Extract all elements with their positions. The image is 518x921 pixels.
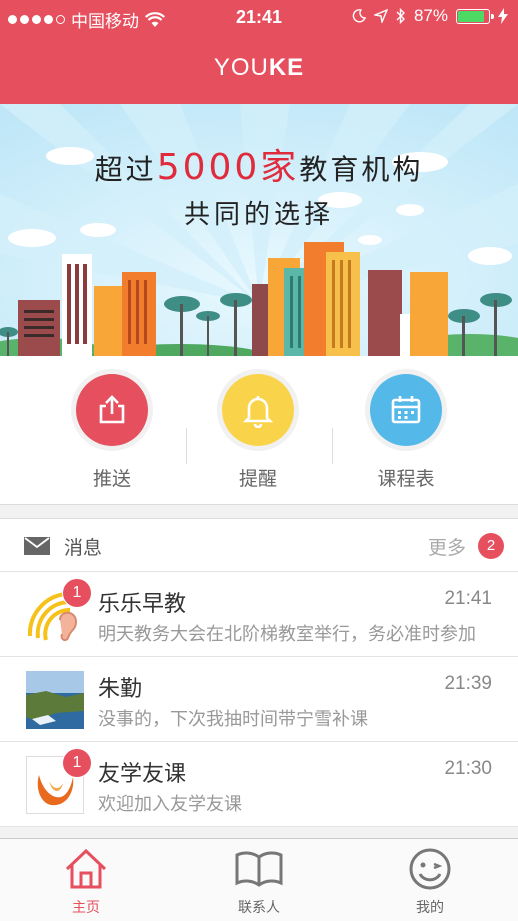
messages-header: 消息 更多 2 <box>0 519 518 572</box>
message-time: 21:30 <box>444 758 492 779</box>
promo-banner[interactable]: 超过5000家教育机构 共同的选择 <box>0 104 518 356</box>
avatar <box>26 671 84 729</box>
tab-contacts[interactable]: 联系人 <box>209 847 309 917</box>
bluetooth-icon <box>396 8 405 24</box>
message-sender: 朱勤 <box>98 677 143 702</box>
message-time: 21:41 <box>444 588 492 609</box>
banner-headline-post: 教育机构 <box>299 153 424 186</box>
tab-profile[interactable]: 我的 <box>380 847 480 917</box>
message-row[interactable]: 1 友学友课 21:30 欢迎加入友学友课 <box>0 742 518 827</box>
schedule-action[interactable]: 课程表 <box>356 374 456 491</box>
message-preview: 没事的，下次我抽时间带宁雪补课 <box>98 709 368 730</box>
reminder-label: 提醒 <box>238 468 277 490</box>
app-header: YOUKE <box>0 36 518 104</box>
push-action[interactable]: 推送 <box>62 374 162 491</box>
calendar-icon <box>391 396 421 424</box>
message-preview: 明天教务大会在北阶梯教室举行，务必准时参加 <box>98 624 476 645</box>
moon-icon <box>352 9 366 23</box>
unread-badge: 1 <box>62 578 92 608</box>
status-bar: 中国移动 21:41 87% <box>0 0 518 36</box>
location-icon <box>373 9 388 23</box>
bell-icon <box>242 396 274 428</box>
mail-icon <box>24 537 50 555</box>
message-sender: 友学友课 <box>98 762 187 787</box>
schedule-circle[interactable] <box>370 374 442 446</box>
reminder-circle[interactable] <box>222 374 294 446</box>
smiley-icon <box>409 848 451 890</box>
reminder-action[interactable]: 提醒 <box>208 374 308 491</box>
banner-subline: 共同的选择 <box>183 200 334 230</box>
charging-icon <box>498 8 508 24</box>
message-row[interactable]: 1 乐乐早教 21:41 明天教务大会在北阶梯教室举行，务必准时参加 <box>0 572 518 657</box>
battery-icon <box>456 8 494 24</box>
tab-contacts-label: 联系人 <box>238 900 280 916</box>
message-time: 21:39 <box>444 673 492 694</box>
book-icon <box>235 851 283 887</box>
unread-badge: 1 <box>62 748 92 778</box>
quick-actions: 推送 提醒 课程表 <box>0 356 518 505</box>
tab-home-label: 主页 <box>72 900 100 916</box>
home-icon <box>65 848 107 889</box>
app-title-light: YOU <box>213 54 269 81</box>
message-sender: 乐乐早教 <box>98 592 187 617</box>
app-title-bold: KE <box>268 54 305 81</box>
tab-bar: 主页 联系人 我的 <box>0 838 518 921</box>
push-label: 推送 <box>92 468 131 490</box>
divider <box>186 428 187 464</box>
coast-photo-icon <box>26 671 84 729</box>
more-link[interactable]: 更多 <box>428 533 466 560</box>
messages-panel: 消息 更多 2 1 乐乐早教 21:41 明天教务大会在北阶梯教室举行，务必准时… <box>0 518 518 827</box>
schedule-label: 课程表 <box>377 468 435 490</box>
share-icon <box>99 395 125 424</box>
messages-title: 消息 <box>64 537 103 559</box>
tab-profile-label: 我的 <box>416 900 444 916</box>
push-circle[interactable] <box>76 374 148 446</box>
banner-headline-pre: 超过 <box>94 153 157 186</box>
more-badge: 2 <box>478 533 504 559</box>
banner-highlight: 5000家 <box>156 147 300 188</box>
message-preview: 欢迎加入友学友课 <box>98 794 242 815</box>
battery-percent: 87% <box>413 6 448 25</box>
message-row[interactable]: 朱勤 21:39 没事的，下次我抽时间带宁雪补课 <box>0 657 518 742</box>
divider <box>332 428 333 464</box>
tab-home[interactable]: 主页 <box>36 847 136 917</box>
banner-headline: 超过5000家教育机构 <box>0 138 518 190</box>
